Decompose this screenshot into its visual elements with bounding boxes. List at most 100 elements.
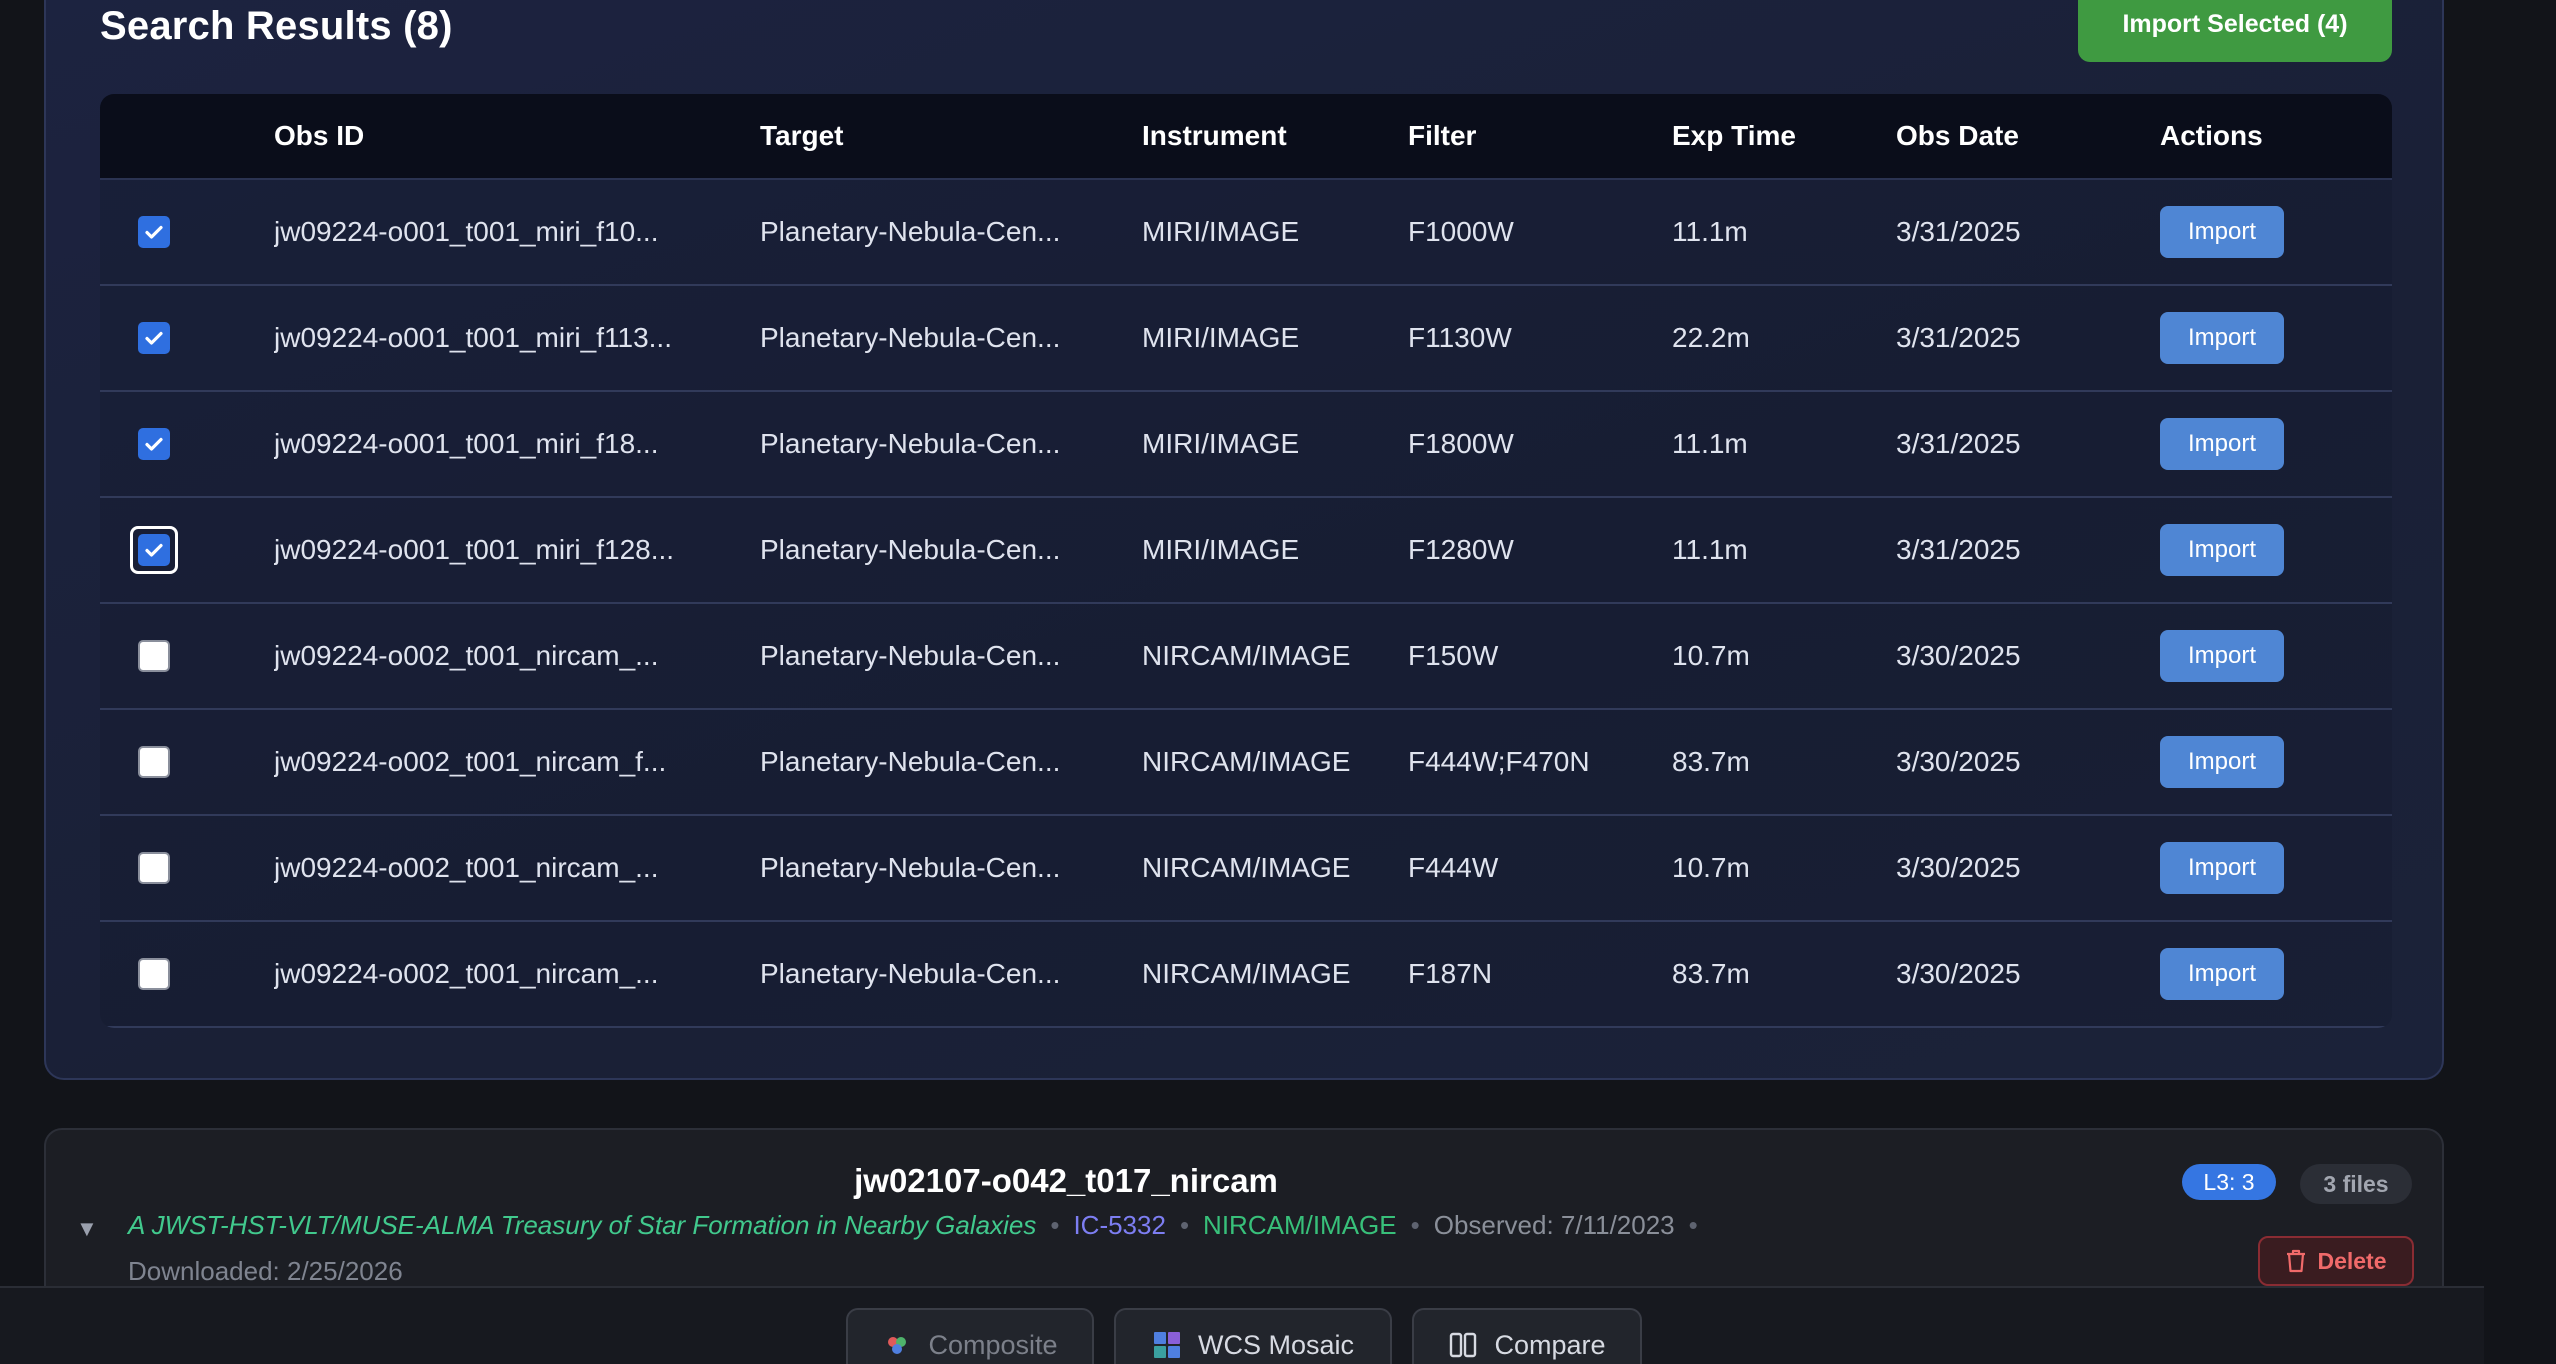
delete-label: Delete [2317, 1247, 2387, 1274]
compare-button[interactable]: Compare [1412, 1308, 1642, 1364]
actions-cell: Import [2160, 418, 2390, 470]
row-checkbox[interactable] [138, 746, 170, 778]
obs-id-cell[interactable]: jw09224-o002_t001_nircam_... [274, 640, 760, 672]
proposal-title: A JWST-HST-VLT/MUSE-ALMA Treasury of Sta… [128, 1210, 1037, 1240]
delete-button[interactable]: Delete [2258, 1236, 2414, 1286]
compare-columns-icon [1450, 1332, 1477, 1358]
select-cell [100, 322, 274, 354]
composite-icon [888, 1337, 907, 1354]
exp-time-cell: 11.1m [1672, 216, 1748, 247]
table-row: jw09224-o002_t001_nircam_... Planetary-Ne… [100, 922, 2392, 1028]
table-row: jw09224-o001_t001_miri_f10... Planetary-N… [100, 180, 2392, 286]
page: Search Results (8) Import Selected (4) O… [0, 0, 2556, 1364]
observation-title: jw02107-o042_t017_nircam [854, 1162, 1278, 1199]
results-table: Obs ID Target Instrument Filter Exp Time… [100, 94, 2392, 1028]
select-cell [100, 958, 274, 990]
actions-cell: Import [2160, 206, 2390, 258]
actions-cell: Import [2160, 524, 2390, 576]
exp-time-cell: 11.1m [1672, 428, 1748, 459]
target-cell: Planetary-Nebula-Cen... [760, 852, 1061, 883]
import-button[interactable]: Import [2160, 630, 2284, 682]
import-button[interactable]: Import [2160, 206, 2284, 258]
row-checkbox[interactable] [138, 958, 170, 990]
row-checkbox[interactable] [138, 852, 170, 884]
table-row: jw09224-o002_t001_nircam_... Planetary-Ne… [100, 816, 2392, 922]
checkmark-icon [145, 225, 163, 239]
header-target[interactable]: Target [760, 120, 1142, 152]
instrument-cell: NIRCAM/IMAGE [1142, 958, 1351, 989]
observation-meta: A JWST-HST-VLT/MUSE-ALMA Treasury of Sta… [128, 1210, 1712, 1241]
select-cell [100, 526, 274, 574]
header-instrument[interactable]: Instrument [1142, 120, 1408, 152]
import-button[interactable]: Import [2160, 948, 2284, 1000]
separator-dot: • [1050, 1210, 1060, 1240]
select-cell [100, 640, 274, 672]
exp-time-cell: 10.7m [1672, 640, 1750, 671]
checkmark-icon [145, 437, 163, 451]
search-results-panel: Search Results (8) Import Selected (4) O… [44, 0, 2444, 1080]
row-checkbox[interactable] [138, 322, 170, 354]
wcs-mosaic-button[interactable]: WCS Mosaic [1114, 1308, 1392, 1364]
row-checkbox[interactable] [138, 216, 170, 248]
import-selected-button[interactable]: Import Selected (4) [2078, 0, 2392, 62]
import-button[interactable]: Import [2160, 524, 2284, 576]
filter-cell: F187N [1408, 958, 1493, 989]
table-row: jw09224-o002_t001_nircam_f... Planetary-N… [100, 710, 2392, 816]
header-exp-time[interactable]: Exp Time [1672, 120, 1896, 152]
exp-time-cell: 11.1m [1672, 534, 1748, 565]
select-cell [100, 428, 274, 460]
obs-id-cell[interactable]: jw09224-o001_t001_miri_f18... [274, 428, 760, 460]
select-cell [100, 852, 274, 884]
obs-date-cell: 3/30/2025 [1896, 958, 2021, 989]
obs-id-cell[interactable]: jw09224-o001_t001_miri_f113... [274, 322, 760, 354]
import-button[interactable]: Import [2160, 312, 2284, 364]
target-cell: Planetary-Nebula-Cen... [760, 216, 1061, 247]
obs-id-cell[interactable]: jw09224-o002_t001_nircam_... [274, 958, 760, 990]
obs-id-cell[interactable]: jw09224-o001_t001_miri_f128... [274, 534, 760, 566]
header-filter[interactable]: Filter [1408, 120, 1672, 152]
exp-time-cell: 83.7m [1672, 958, 1750, 989]
header-obs-id[interactable]: Obs ID [274, 120, 760, 152]
separator-dot: • [1410, 1210, 1420, 1240]
table-row: jw09224-o001_t001_miri_f18... Planetary-N… [100, 392, 2392, 498]
table-body: jw09224-o001_t001_miri_f10... Planetary-N… [100, 180, 2392, 1028]
actions-cell: Import [2160, 842, 2390, 894]
obs-date-cell: 3/31/2025 [1896, 534, 2021, 565]
composite-button[interactable]: Composite [846, 1308, 1094, 1364]
target-cell: Planetary-Nebula-Cen... [760, 640, 1061, 671]
exp-time-cell: 83.7m [1672, 746, 1750, 777]
row-checkbox[interactable] [138, 428, 170, 460]
instrument-cell: MIRI/IMAGE [1142, 534, 1300, 565]
composite-label: Composite [928, 1330, 1058, 1360]
trash-icon [2287, 1249, 2306, 1273]
bottom-action-bar: Composite WCS Mosaic Compare [0, 1286, 2484, 1364]
compare-label: Compare [1494, 1330, 1606, 1360]
table-row: jw09224-o002_t001_nircam_... Planetary-Ne… [100, 604, 2392, 710]
filter-cell: F1800W [1408, 428, 1514, 459]
collapse-caret-icon[interactable]: ▼ [76, 1216, 98, 1242]
header-actions: Actions [2160, 120, 2263, 151]
header-obs-date[interactable]: Obs Date [1896, 120, 2160, 152]
select-cell [100, 216, 274, 248]
filter-cell: F150W [1408, 640, 1499, 671]
focus-ring [130, 526, 178, 574]
obs-date-cell: 3/30/2025 [1896, 746, 2021, 777]
import-button[interactable]: Import [2160, 736, 2284, 788]
instrument-cell: NIRCAM/IMAGE [1142, 640, 1351, 671]
obs-id-cell[interactable]: jw09224-o002_t001_nircam_f... [274, 746, 760, 778]
table-header: Obs ID Target Instrument Filter Exp Time… [100, 94, 2392, 180]
actions-cell: Import [2160, 630, 2390, 682]
row-checkbox[interactable] [138, 640, 170, 672]
checkmark-icon [145, 331, 163, 345]
obs-date-cell: 3/31/2025 [1896, 322, 2021, 353]
filter-cell: F1000W [1408, 216, 1514, 247]
import-button[interactable]: Import [2160, 418, 2284, 470]
target-cell: Planetary-Nebula-Cen... [760, 322, 1061, 353]
obs-date-cell: 3/30/2025 [1896, 852, 2021, 883]
import-button[interactable]: Import [2160, 842, 2284, 894]
row-checkbox[interactable] [138, 534, 170, 566]
observed-date: Observed: 7/11/2023 [1433, 1210, 1675, 1240]
obs-id-cell[interactable]: jw09224-o002_t001_nircam_... [274, 852, 760, 884]
instrument-cell: MIRI/IMAGE [1142, 428, 1300, 459]
obs-id-cell[interactable]: jw09224-o001_t001_miri_f10... [274, 216, 760, 248]
